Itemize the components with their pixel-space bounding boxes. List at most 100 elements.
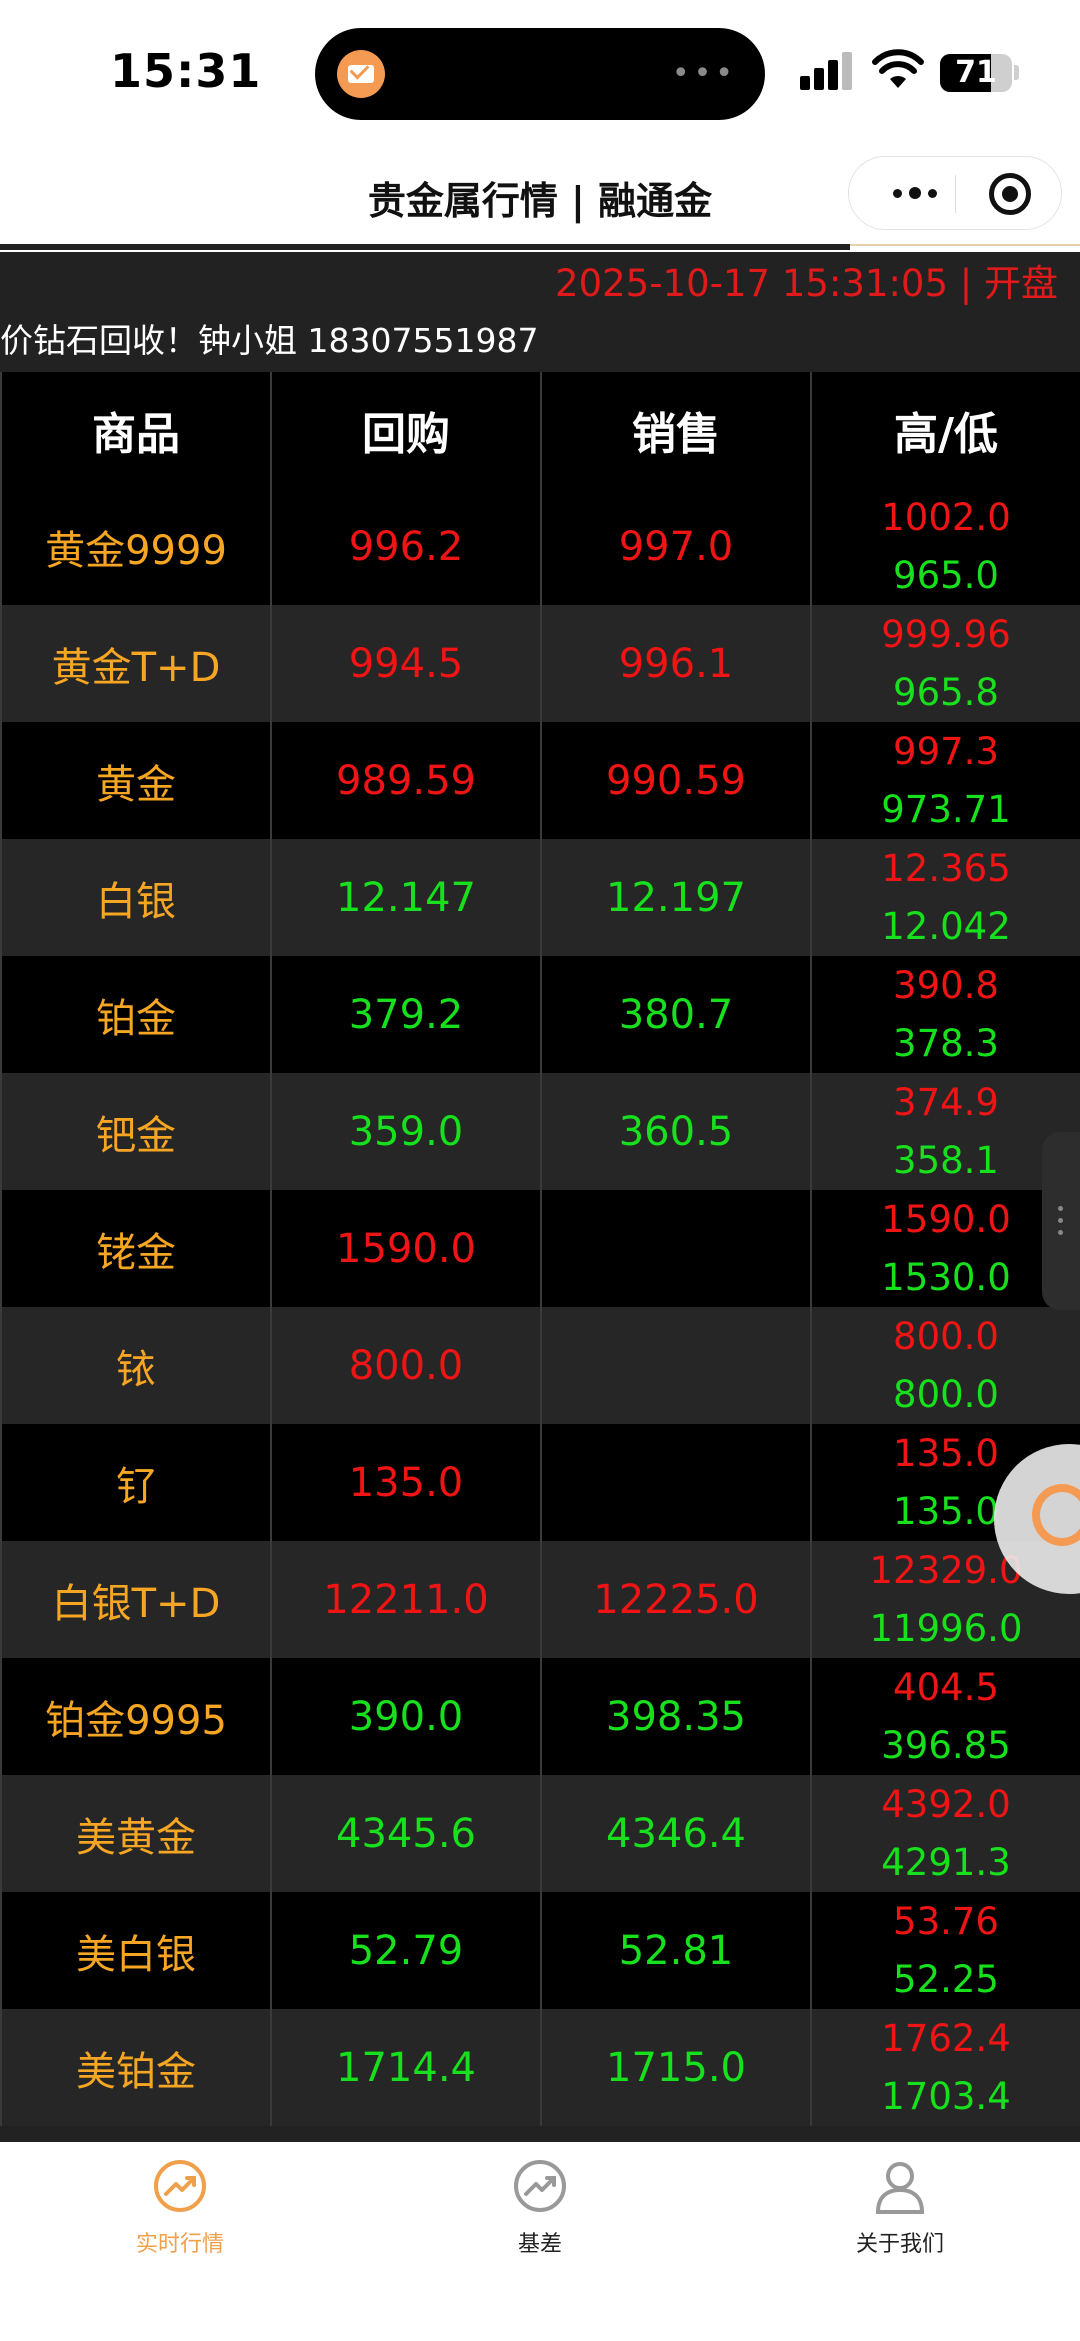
high-low-cell: 1762.4 1703.4 — [810, 2009, 1080, 2126]
quotes-panel[interactable]: 2025-10-17 15:31:05 | 开盘 价钻石回收！钟小姐 18307… — [0, 252, 1080, 2142]
sell-price: 1715.0 — [540, 2009, 812, 2126]
title-divider — [0, 244, 850, 250]
buyback-price: 1714.4 — [270, 2009, 542, 2126]
table-row[interactable]: 白银 12.147 12.197 12.365 12.042 — [0, 839, 1080, 956]
low-price: 358.1 — [893, 1138, 999, 1182]
buyback-price: 359.0 — [270, 1073, 542, 1190]
cellular-signal-icon — [800, 52, 856, 90]
high-price: 404.5 — [893, 1665, 999, 1709]
low-price: 1530.0 — [881, 1255, 1011, 1299]
mail-app-icon — [337, 50, 385, 98]
title-divider-accent — [850, 244, 1080, 246]
trend-icon — [154, 2160, 206, 2212]
table-row[interactable]: 铱 800.0 800.0 800.0 — [0, 1307, 1080, 1424]
bottom-tab-bar: 实时行情 基差 关于我们 — [0, 2142, 1080, 2341]
high-price: 1590.0 — [881, 1197, 1011, 1241]
more-menu-icon[interactable] — [875, 171, 955, 215]
customer-service-icon — [1032, 1484, 1080, 1546]
sell-price — [540, 1190, 812, 1307]
buyback-price: 994.5 — [270, 605, 542, 722]
buyback-price: 989.59 — [270, 722, 542, 839]
battery-level: 71 — [955, 55, 997, 90]
high-low-cell: 1590.0 1530.0 — [810, 1190, 1080, 1307]
close-miniprogram-icon[interactable] — [989, 173, 1031, 215]
buyback-price: 1590.0 — [270, 1190, 542, 1307]
product-name: 钯金 — [0, 1073, 272, 1190]
table-row[interactable]: 黄金T+D 994.5 996.1 999.96 965.8 — [0, 605, 1080, 722]
sell-price: 996.1 — [540, 605, 812, 722]
sell-price: 12.197 — [540, 839, 812, 956]
table-row[interactable]: 钯金 359.0 360.5 374.9 358.1 — [0, 1073, 1080, 1190]
status-time: 15:31 — [110, 44, 262, 98]
high-price: 12.365 — [881, 846, 1011, 890]
low-price: 12.042 — [881, 904, 1011, 948]
table-row[interactable]: 黄金9999 996.2 997.0 1002.0 965.0 — [0, 488, 1080, 605]
sell-price — [540, 1424, 812, 1541]
table-row[interactable]: 钌 135.0 135.0 135.0 — [0, 1424, 1080, 1541]
tab-label: 实时行情 — [135, 2232, 224, 2257]
high-price: 53.76 — [893, 1899, 999, 1943]
low-price: 378.3 — [893, 1021, 999, 1065]
product-name: 铱 — [0, 1307, 272, 1424]
tab-realtime-quotes[interactable]: 实时行情 — [0, 2158, 360, 2258]
table-row[interactable]: 白银T+D 12211.0 12225.0 12329.0 11996.0 — [0, 1541, 1080, 1658]
low-price: 965.8 — [893, 670, 999, 714]
table-row[interactable]: 铂金9995 390.0 398.35 404.5 396.85 — [0, 1658, 1080, 1775]
side-drawer-handle[interactable] — [1042, 1132, 1080, 1310]
high-low-cell: 404.5 396.85 — [810, 1658, 1080, 1775]
table-row[interactable]: 黄金 989.59 990.59 997.3 973.71 — [0, 722, 1080, 839]
high-price: 4392.0 — [881, 1782, 1011, 1826]
status-bar: 15:31 ••• 71 — [0, 0, 1080, 140]
dynamic-island[interactable]: ••• — [315, 28, 765, 120]
more-dots-icon: ••• — [671, 56, 737, 91]
product-name: 白银 — [0, 839, 272, 956]
high-low-cell: 374.9 358.1 — [810, 1073, 1080, 1190]
product-name: 美白银 — [0, 1892, 272, 2009]
high-price: 12329.0 — [869, 1548, 1023, 1592]
table-row[interactable]: 美铂金 1714.4 1715.0 1762.4 1703.4 — [0, 2009, 1080, 2126]
low-price: 11996.0 — [869, 1606, 1023, 1650]
tab-label: 关于我们 — [855, 2232, 944, 2257]
header-buyback: 回购 — [270, 372, 542, 488]
low-price: 52.25 — [893, 1957, 999, 2001]
market-datetime: 2025-10-17 15:31:05 | 开盘 — [555, 262, 1058, 305]
buyback-price: 52.79 — [270, 1892, 542, 2009]
high-price: 390.8 — [893, 963, 999, 1007]
table-row[interactable]: 铑金 1590.0 1590.0 1530.0 — [0, 1190, 1080, 1307]
product-name: 黄金9999 — [0, 488, 272, 605]
wifi-icon — [872, 49, 924, 88]
buyback-price: 4345.6 — [270, 1775, 542, 1892]
sell-price: 997.0 — [540, 488, 812, 605]
high-low-cell: 997.3 973.71 — [810, 722, 1080, 839]
high-price: 135.0 — [893, 1431, 999, 1475]
sell-price: 990.59 — [540, 722, 812, 839]
sell-price: 380.7 — [540, 956, 812, 1073]
marquee-notice: 价钻石回收！钟小姐 18307551987 — [0, 321, 539, 360]
buyback-price: 996.2 — [270, 488, 542, 605]
capsule-divider — [955, 175, 956, 213]
sell-price: 360.5 — [540, 1073, 812, 1190]
high-price: 1762.4 — [881, 2016, 1011, 2060]
low-price: 135.0 — [893, 1489, 999, 1533]
high-low-cell: 999.96 965.8 — [810, 605, 1080, 722]
navigation-bar: 贵金属行情 | 融通金 — [0, 140, 1080, 246]
product-name: 铂金9995 — [0, 1658, 272, 1775]
battery-icon: 71 — [940, 54, 1012, 92]
tab-basis[interactable]: 基差 — [360, 2158, 720, 2258]
high-low-cell: 1002.0 965.0 — [810, 488, 1080, 605]
high-low-cell: 390.8 378.3 — [810, 956, 1080, 1073]
sell-price: 52.81 — [540, 1892, 812, 2009]
table-row[interactable]: 铂金 379.2 380.7 390.8 378.3 — [0, 956, 1080, 1073]
table-row[interactable]: 美白银 52.79 52.81 53.76 52.25 — [0, 1892, 1080, 2009]
tab-about-us[interactable]: 关于我们 — [720, 2158, 1080, 2258]
product-name: 铂金 — [0, 956, 272, 1073]
header-sell: 销售 — [540, 372, 812, 488]
low-price: 1703.4 — [881, 2074, 1011, 2118]
product-name: 钌 — [0, 1424, 272, 1541]
product-name: 美黄金 — [0, 1775, 272, 1892]
high-low-cell: 53.76 52.25 — [810, 1892, 1080, 2009]
buyback-price: 390.0 — [270, 1658, 542, 1775]
high-price: 999.96 — [881, 612, 1011, 656]
table-row[interactable]: 美黄金 4345.6 4346.4 4392.0 4291.3 — [0, 1775, 1080, 1892]
product-name: 美铂金 — [0, 2009, 272, 2126]
